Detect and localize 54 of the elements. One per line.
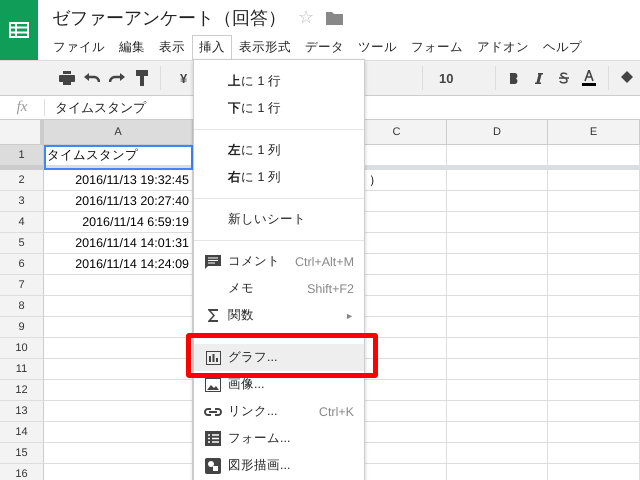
menu-item[interactable]: 下に 1 行 xyxy=(194,95,364,122)
row-header[interactable]: 6 xyxy=(0,254,44,275)
list-icon xyxy=(205,431,221,446)
row-header[interactable]: 4 xyxy=(0,212,44,233)
formula-field[interactable]: タイムスタンプ xyxy=(45,98,146,116)
row-header[interactable]: 1 xyxy=(0,145,44,170)
row-header[interactable]: 16 xyxy=(0,464,44,480)
comment-icon xyxy=(205,254,221,268)
row-header[interactable]: 5 xyxy=(0,233,44,254)
menu-item[interactable]: リンク... Ctrl+K xyxy=(194,398,364,425)
menu-tab[interactable]: ツール xyxy=(351,35,404,60)
row-header[interactable]: 3 xyxy=(0,191,44,212)
document-title[interactable]: ゼファーアンケート（回答） xyxy=(52,6,286,30)
folder-icon[interactable] xyxy=(326,10,344,24)
menu-item[interactable]: 右に 1 列 xyxy=(194,164,364,191)
row-header[interactable]: 14 xyxy=(0,422,44,443)
row-header[interactable]: 7 xyxy=(0,275,44,296)
menu-item[interactable]: フォーム... xyxy=(194,425,364,452)
column-header[interactable]: D xyxy=(447,120,548,145)
menu-item[interactable]: 上に 1 行 xyxy=(194,68,364,95)
menu-tab[interactable]: 挿入 xyxy=(192,35,232,60)
column-header[interactable]: A xyxy=(44,120,193,145)
link-icon xyxy=(204,406,222,416)
menu-item[interactable]: コメント Ctrl+Alt+M xyxy=(194,248,364,275)
font-size-dropdown[interactable]: 10 xyxy=(428,66,464,90)
menu-item[interactable]: 関数 ► xyxy=(194,302,364,329)
menu-tab[interactable]: フォーム xyxy=(404,35,470,60)
menu-tab[interactable]: データ xyxy=(298,35,351,60)
row-header[interactable]: 11 xyxy=(0,359,44,380)
column-header[interactable]: E xyxy=(548,120,640,145)
row-header[interactable]: 8 xyxy=(0,296,44,317)
fx-label: fx xyxy=(0,99,45,116)
image-icon xyxy=(205,378,221,392)
menu-tab[interactable]: 表示形式 xyxy=(232,35,298,60)
row-header[interactable]: 13 xyxy=(0,401,44,422)
row-header[interactable]: 2 xyxy=(0,170,44,191)
menu-tab[interactable]: アドオン xyxy=(470,35,536,60)
sheets-logo-icon[interactable] xyxy=(0,0,38,60)
menu-tab[interactable]: 表示 xyxy=(152,35,192,60)
menu-tab[interactable]: 編集 xyxy=(112,35,152,60)
row-header[interactable]: 15 xyxy=(0,443,44,464)
menu-item[interactable]: 図形描画... xyxy=(194,452,364,479)
row-header[interactable]: 9 xyxy=(0,317,44,338)
row-header[interactable]: 10 xyxy=(0,338,44,359)
menu-item[interactable]: メモ Shift+F2 xyxy=(194,275,364,302)
menu-tab[interactable]: ファイル xyxy=(46,35,112,60)
shapes-icon xyxy=(205,458,221,474)
menu-item[interactable]: グラフ... xyxy=(194,344,364,371)
menu-tab[interactable]: ヘルプ xyxy=(536,35,589,60)
menu-item[interactable]: 左に 1 列 xyxy=(194,137,364,164)
menu-item[interactable]: 新しいシート xyxy=(194,206,364,233)
chart-icon xyxy=(204,350,222,366)
sigma-icon xyxy=(207,309,219,322)
row-header[interactable]: 12 xyxy=(0,380,44,401)
